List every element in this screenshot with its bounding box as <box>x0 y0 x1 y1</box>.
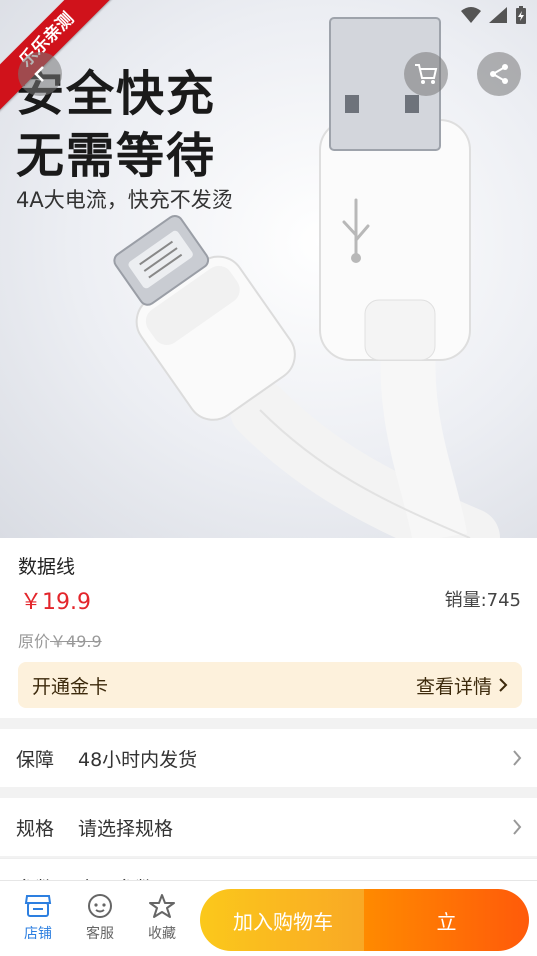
gold-card-details-link[interactable]: 查看详情 <box>416 672 508 699</box>
sales-count: 销量:745 <box>444 590 521 611</box>
status-bar <box>461 6 527 24</box>
gold-card-title: 开通金卡 <box>32 675 109 698</box>
spec-value: 请选择规格 <box>78 817 174 840</box>
product-image[interactable]: 安全快充 无需等待 4A大电流，快充不发烫 乐乐亲测 <box>0 0 537 538</box>
tab-service-label: 客服 <box>86 926 114 942</box>
chevron-right-icon <box>513 819 522 835</box>
tab-favorite-label: 收藏 <box>148 926 176 942</box>
cart-button[interactable] <box>404 52 448 96</box>
guarantee-row[interactable]: 保障 48小时内发货 <box>0 729 537 787</box>
store-icon <box>24 895 52 917</box>
spec-row[interactable]: 规格 请选择规格 <box>0 798 537 856</box>
guarantee-key: 保障 <box>16 748 55 771</box>
tab-store-label: 店铺 <box>24 926 52 942</box>
hero-subline: 4A大电流，快充不发烫 <box>16 188 233 212</box>
product-detail-page: 安全快充 无需等待 4A大电流，快充不发烫 乐乐亲测 数据线 ￥19.9 销量:… <box>0 0 537 956</box>
original-price: 原价￥49.9 <box>18 628 102 652</box>
original-price-label: 原价 <box>18 632 51 651</box>
star-icon <box>149 894 175 918</box>
gold-card-details-label: 查看详情 <box>415 675 492 698</box>
wifi-icon <box>461 7 481 23</box>
share-button[interactable] <box>477 52 521 96</box>
tab-favorite[interactable]: 收藏 <box>134 893 190 943</box>
service-icon <box>88 894 112 918</box>
product-name: 数据线 <box>18 556 76 578</box>
product-info-card: 数据线 ￥19.9 销量:745 原价￥49.9 开通金卡 查看详情 <box>0 538 537 718</box>
bottom-action-bar: 店铺 客服 收藏 加入购物车 立 <box>0 880 537 956</box>
chevron-left-icon <box>34 66 44 82</box>
product-price: ￥19.9 <box>20 590 91 615</box>
back-button[interactable] <box>18 52 62 96</box>
chevron-right-icon <box>513 750 522 766</box>
original-price-amount: ￥49.9 <box>50 632 102 651</box>
gold-card-banner[interactable]: 开通金卡 查看详情 <box>18 662 522 708</box>
buy-now-button[interactable]: 立 <box>364 889 529 951</box>
battery-icon <box>516 6 526 24</box>
hero-headline-line2: 无需等待 <box>16 128 217 184</box>
cart-icon <box>415 64 438 84</box>
tab-service[interactable]: 客服 <box>72 893 128 943</box>
tab-store[interactable]: 店铺 <box>10 893 66 943</box>
spec-key: 规格 <box>16 817 55 840</box>
signal-icon <box>489 7 507 23</box>
add-to-cart-button[interactable]: 加入购物车 <box>200 889 366 951</box>
share-icon <box>490 64 508 84</box>
guarantee-value: 48小时内发货 <box>78 748 198 771</box>
chevron-right-icon <box>499 678 508 692</box>
